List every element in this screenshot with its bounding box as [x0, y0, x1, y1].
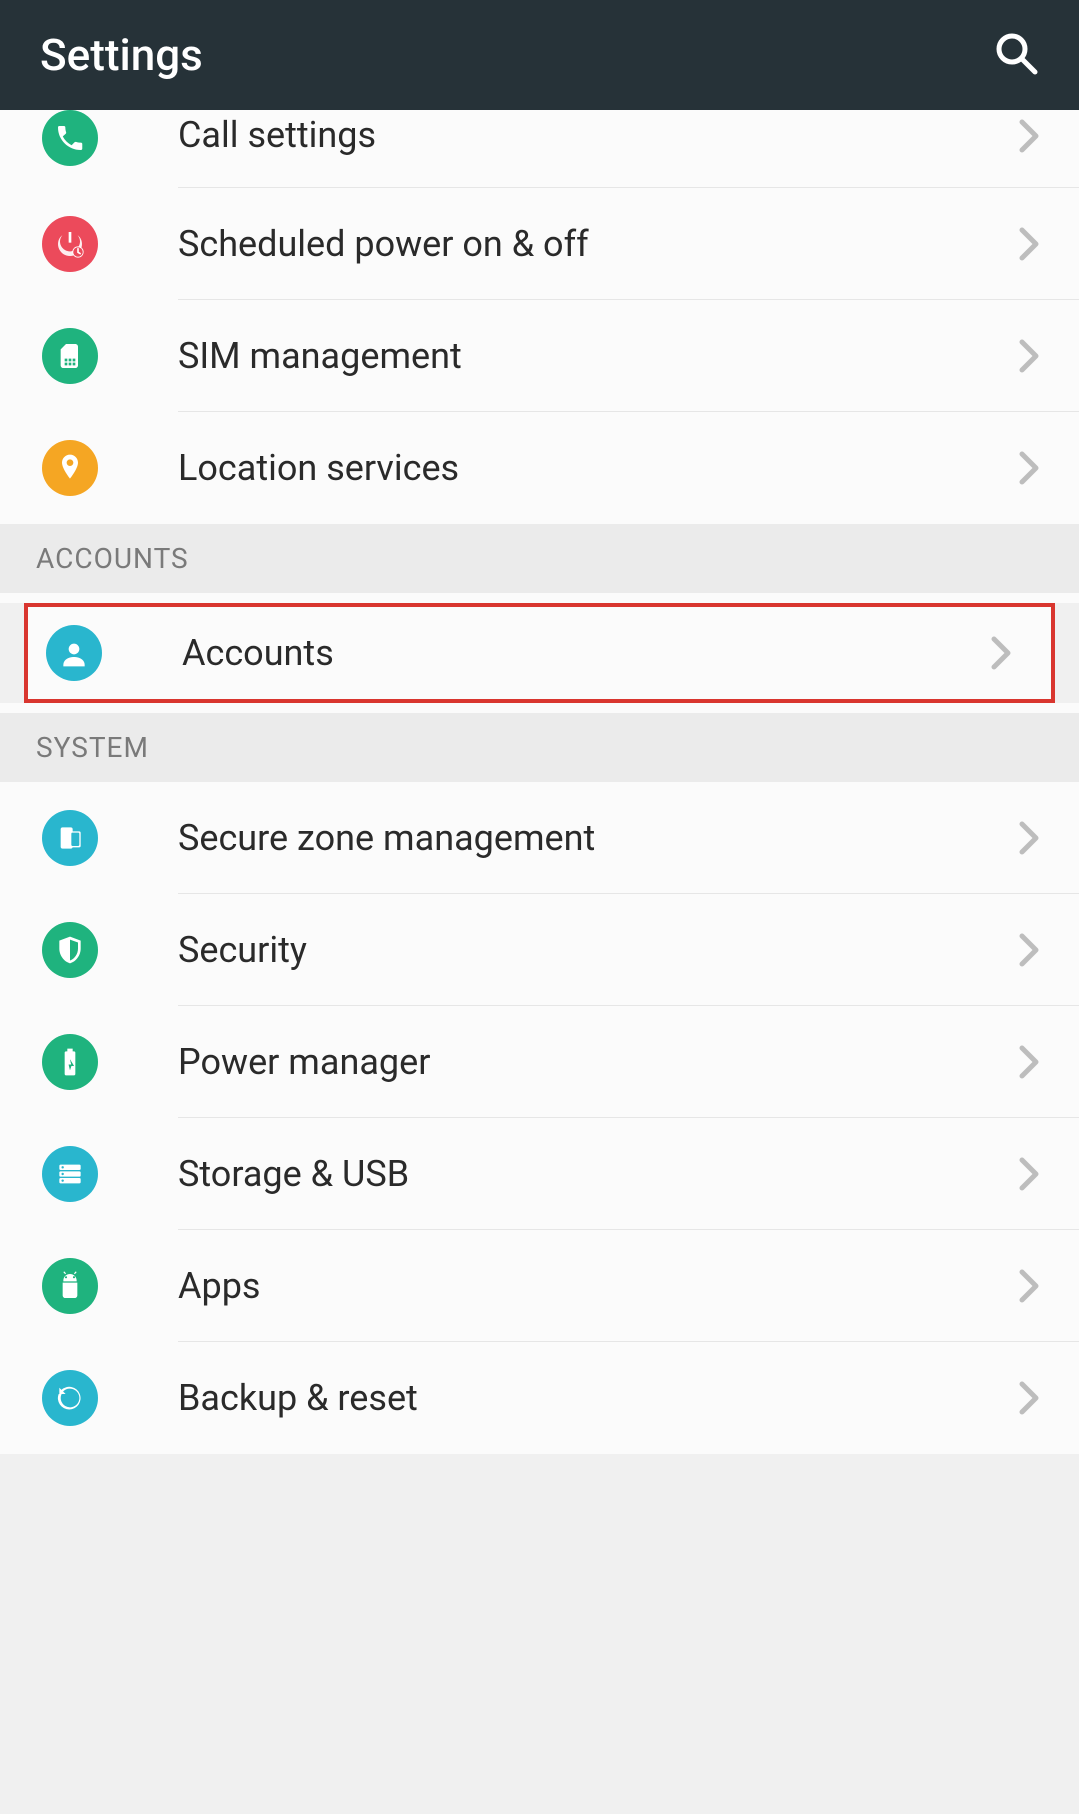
row-backup-reset[interactable]: Backup & reset — [0, 1342, 1079, 1454]
row-location-services[interactable]: Location services — [0, 412, 1079, 524]
page-title: Settings — [40, 29, 203, 81]
row-label: SIM management — [178, 335, 999, 377]
row-scheduled-power[interactable]: Scheduled power on & off — [0, 188, 1079, 300]
chevron-right-icon — [999, 932, 1079, 968]
android-icon — [42, 1258, 98, 1314]
sim-card-icon — [42, 328, 98, 384]
row-label: Location services — [178, 447, 999, 489]
row-label: Backup & reset — [178, 1377, 999, 1419]
icon-wrap — [0, 110, 178, 166]
chevron-right-icon — [999, 1268, 1079, 1304]
icon-wrap — [0, 216, 178, 272]
person-icon — [46, 625, 102, 681]
devices-icon — [42, 810, 98, 866]
chevron-right-icon — [999, 1380, 1079, 1416]
restore-icon — [42, 1370, 98, 1426]
icon-wrap — [0, 810, 178, 866]
icon-wrap — [0, 440, 178, 496]
row-call-settings[interactable]: Call settings — [0, 110, 1079, 188]
chevron-right-icon — [999, 1044, 1079, 1080]
icon-wrap — [0, 922, 178, 978]
shield-icon — [42, 922, 98, 978]
chevron-right-icon — [999, 820, 1079, 856]
chevron-right-icon — [971, 635, 1051, 671]
row-label: Scheduled power on & off — [178, 223, 999, 265]
power-schedule-icon — [42, 216, 98, 272]
chevron-right-icon — [999, 450, 1079, 486]
icon-wrap — [28, 625, 182, 681]
section-header-system: SYSTEM — [0, 713, 1079, 782]
row-label: Call settings — [178, 110, 999, 156]
row-apps[interactable]: Apps — [0, 1230, 1079, 1342]
icon-wrap — [0, 328, 178, 384]
icon-wrap — [0, 1258, 178, 1314]
battery-icon — [42, 1034, 98, 1090]
row-accounts[interactable]: Accounts — [28, 607, 1051, 699]
row-label: Storage & USB — [178, 1153, 999, 1195]
phone-icon — [42, 110, 98, 166]
row-security[interactable]: Security — [0, 894, 1079, 1006]
location-icon — [42, 440, 98, 496]
chevron-right-icon — [999, 110, 1079, 154]
row-secure-zone[interactable]: Secure zone management — [0, 782, 1079, 894]
row-label: Power manager — [178, 1041, 999, 1083]
chevron-right-icon — [999, 338, 1079, 374]
row-label: Security — [178, 929, 999, 971]
spacer — [0, 703, 1079, 713]
row-label: Secure zone management — [178, 817, 999, 859]
icon-wrap — [0, 1146, 178, 1202]
icon-wrap — [0, 1034, 178, 1090]
search-button[interactable] — [993, 30, 1039, 80]
spacer — [0, 593, 1079, 603]
row-label: Apps — [178, 1265, 999, 1307]
chevron-right-icon — [999, 1156, 1079, 1192]
row-label: Accounts — [182, 632, 971, 674]
row-sim-management[interactable]: SIM management — [0, 300, 1079, 412]
chevron-right-icon — [999, 226, 1079, 262]
storage-icon — [42, 1146, 98, 1202]
app-header: Settings — [0, 0, 1079, 110]
search-icon — [993, 30, 1039, 76]
highlight-accounts: Accounts — [24, 603, 1055, 703]
section-header-accounts: ACCOUNTS — [0, 524, 1079, 593]
row-storage-usb[interactable]: Storage & USB — [0, 1118, 1079, 1230]
icon-wrap — [0, 1370, 178, 1426]
row-power-manager[interactable]: Power manager — [0, 1006, 1079, 1118]
